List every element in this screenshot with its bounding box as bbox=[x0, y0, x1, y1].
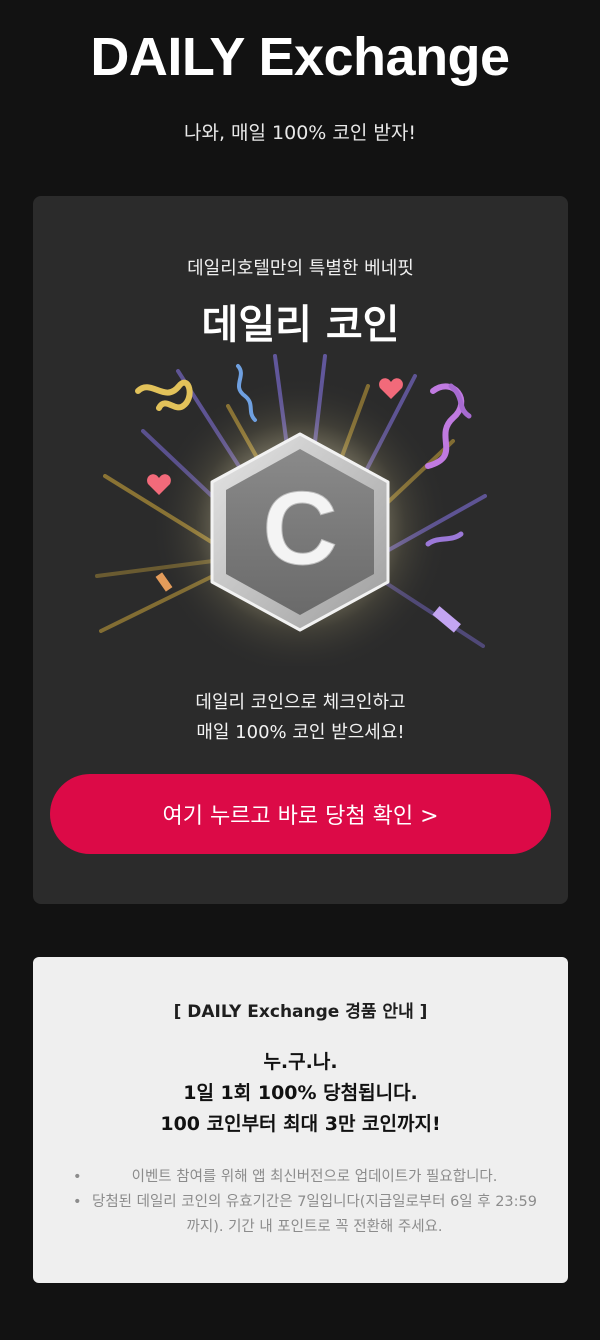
info-highlight-line-3: 100 코인부터 최대 3만 코인까지! bbox=[160, 1113, 441, 1135]
coin-letter: C bbox=[262, 471, 337, 587]
info-highlight-line-2: 1일 1회 100% 당첨됩니다. bbox=[183, 1082, 418, 1104]
promo-title: 데일리 코인 bbox=[201, 302, 400, 348]
info-heading: [ DAILY Exchange 경품 안내 ] bbox=[173, 1002, 428, 1022]
page-title: DAILY Exchange bbox=[90, 27, 510, 87]
notice-item: 당첨된 데일리 코인의 유효기간은 7일입니다(지급일로부터 6일 후 23:5… bbox=[73, 1190, 538, 1240]
prize-info-card: [ DAILY Exchange 경품 안내 ] 누.구.나. 1일 1회 10… bbox=[33, 957, 568, 1283]
promo-description: 데일리 코인으로 체크인하고 매일 100% 코인 받으세요! bbox=[33, 688, 568, 748]
notice-item: 이벤트 참여를 위해 앱 최신버전으로 업데이트가 필요합니다. bbox=[73, 1165, 538, 1190]
promo-eyebrow: 데일리호텔만의 특별한 베네핏 bbox=[187, 258, 414, 279]
notice-list: 이벤트 참여를 위해 앱 최신버전으로 업데이트가 필요합니다. 당첨된 데일리… bbox=[73, 1165, 538, 1240]
promo-card: 데일리호텔만의 특별한 베네핏 데일리 코인 C 데일리 코인으로 체크인하고 … bbox=[33, 196, 568, 904]
info-highlight-line-1: 누.구.나. bbox=[263, 1051, 338, 1073]
check-prize-button[interactable]: 여기 누르고 바로 당첨 확인 > bbox=[50, 774, 551, 854]
promo-description-line-1: 데일리 코인으로 체크인하고 bbox=[195, 692, 406, 713]
info-highlight: 누.구.나. 1일 1회 100% 당첨됩니다. 100 코인부터 최대 3만 … bbox=[33, 1047, 568, 1140]
page-subtitle: 나와, 매일 100% 코인 받자! bbox=[184, 122, 416, 144]
promo-description-line-2: 매일 100% 코인 받으세요! bbox=[196, 722, 405, 743]
coin-illustration: C bbox=[95, 354, 487, 666]
